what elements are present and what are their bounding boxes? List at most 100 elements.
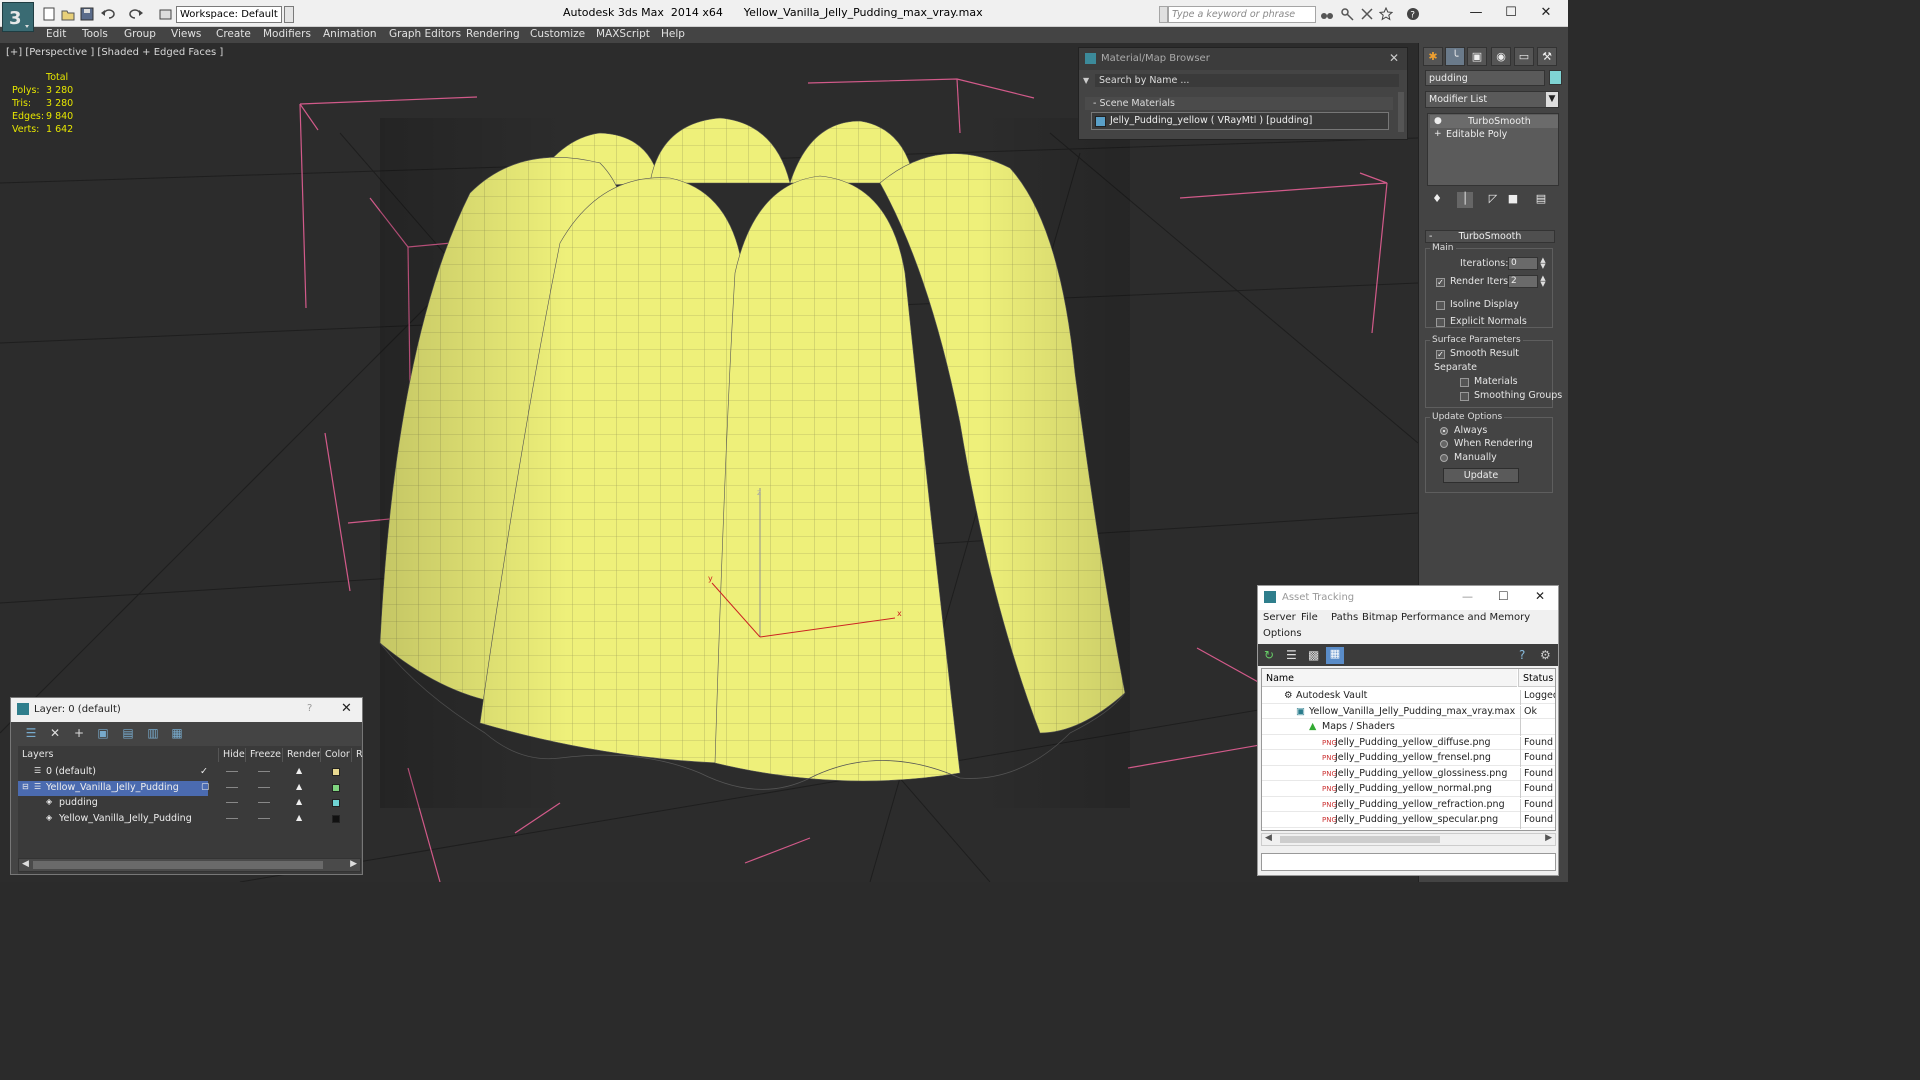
freeze-toggle[interactable] — [258, 771, 270, 772]
freeze-toggle[interactable] — [258, 802, 270, 803]
spinner-arrows-icon[interactable]: ▲ ▼ — [1539, 275, 1547, 288]
maximize-icon[interactable]: ☐ — [1498, 589, 1509, 603]
freeze-toggle[interactable] — [258, 817, 270, 819]
col-color[interactable]: Color — [320, 748, 350, 762]
open-file-icon[interactable] — [61, 7, 75, 21]
scroll-left-icon[interactable]: ◀ — [22, 859, 29, 869]
undo-icon[interactable] — [100, 7, 115, 21]
jelly-pudding-mesh[interactable] — [379, 117, 1130, 808]
render-iters-checkbox[interactable]: ✓ — [1436, 278, 1445, 287]
asset-tracking-title-bar[interactable]: Asset Tracking — ☐ ✕ — [1258, 586, 1558, 610]
menu-views[interactable]: Views — [171, 28, 201, 40]
search-expand-arrow[interactable] — [1159, 6, 1168, 23]
remove-modifier-icon[interactable]: ■ — [1505, 192, 1521, 208]
show-end-result-icon[interactable]: │ — [1457, 192, 1473, 208]
freeze-all-layers-icon[interactable]: ▦ — [169, 726, 185, 742]
layer-row[interactable]: ◈ Yellow_Vanilla_Jelly_Pudding ▲ — [18, 812, 361, 828]
turbosmooth-rollout-header[interactable]: - TurboSmooth — [1425, 230, 1555, 243]
subscription-icon[interactable] — [1360, 7, 1374, 21]
refresh-icon[interactable]: ↻ — [1264, 648, 1274, 662]
menu-rendering[interactable]: Rendering — [466, 28, 520, 40]
render-teapot-icon[interactable]: ▲ — [296, 782, 302, 791]
object-name-field[interactable]: pudding — [1425, 70, 1545, 86]
explicit-normals-checkbox[interactable] — [1436, 318, 1445, 327]
display-tab-icon[interactable]: ▭ — [1514, 47, 1534, 66]
redo-icon[interactable] — [128, 7, 143, 21]
menu-options[interactable]: Options — [1263, 628, 1302, 639]
stack-item-editable-poly[interactable]: + Editable Poly — [1430, 128, 1558, 141]
minimize-button[interactable]: — — [1466, 3, 1486, 23]
workspace-dropdown-arrow[interactable] — [284, 6, 294, 23]
table-row[interactable]: PNG Jelly_Pudding_yellow_specular.png Fo… — [1262, 812, 1555, 829]
render-teapot-icon[interactable]: ▲ — [296, 797, 302, 806]
menu-file[interactable]: File — [1301, 612, 1318, 623]
materials-checkbox[interactable] — [1460, 378, 1469, 387]
hide-toggle[interactable] — [226, 786, 238, 788]
thumbnail-view-icon[interactable]: ▩ — [1308, 648, 1319, 662]
isoline-display-checkbox[interactable] — [1436, 301, 1445, 310]
spinner-arrows-icon[interactable]: ▲ ▼ — [1539, 257, 1547, 270]
table-row[interactable]: PNG Jelly_Pudding_yellow_glossiness.png … — [1262, 766, 1555, 783]
menu-customize[interactable]: Customize — [530, 28, 585, 40]
table-row[interactable]: ▣ Yellow_Vanilla_Jelly_Pudding_max_vray.… — [1262, 704, 1555, 721]
menu-modifiers[interactable]: Modifiers — [263, 28, 311, 40]
viewport-label[interactable]: [+] [Perspective ] [Shaded + Edged Faces… — [6, 47, 223, 58]
menu-create[interactable]: Create — [216, 28, 251, 40]
stack-item-turbosmooth[interactable]: ● TurboSmooth — [1430, 115, 1558, 128]
maximize-button[interactable]: ☐ — [1501, 3, 1521, 23]
iterations-spinner[interactable]: 0 — [1508, 257, 1538, 270]
scroll-thumb[interactable] — [1280, 836, 1440, 843]
scroll-left-icon[interactable]: ◀ — [1265, 833, 1272, 843]
scene-materials-section[interactable]: - Scene Materials — [1085, 97, 1393, 110]
menu-graph-editors[interactable]: Graph Editors — [389, 28, 461, 40]
menu-paths[interactable]: Paths — [1331, 612, 1358, 623]
help-button[interactable]: ? — [307, 703, 312, 714]
new-file-icon[interactable] — [42, 7, 56, 21]
table-row[interactable]: PNG Jelly_Pudding_yellow_normal.png Foun… — [1262, 781, 1555, 798]
hide-toggle[interactable] — [226, 771, 238, 772]
col-status-header[interactable]: Status — [1518, 669, 1555, 687]
table-row[interactable]: PNG Jelly_Pudding_yellow_refraction.png … — [1262, 797, 1555, 814]
hide-all-layers-icon[interactable]: ▥ — [145, 726, 161, 742]
update-button[interactable]: Update — [1443, 468, 1519, 483]
asset-table-hscrollbar[interactable]: ◀ ▶ — [1261, 833, 1556, 846]
smoothing-groups-checkbox[interactable] — [1460, 392, 1469, 401]
menu-help[interactable]: Help — [661, 28, 685, 40]
freeze-toggle[interactable] — [258, 786, 270, 788]
options-dropdown-icon[interactable]: ▼ — [1083, 76, 1089, 85]
add-to-layer-icon[interactable]: + — [71, 726, 87, 742]
modify-tab-icon[interactable]: ╰ — [1445, 47, 1465, 66]
save-file-icon[interactable] — [80, 7, 94, 21]
layer-color-swatch[interactable] — [332, 799, 340, 807]
binoculars-icon[interactable] — [1320, 7, 1334, 21]
col-r[interactable]: R — [351, 748, 363, 762]
layer-row[interactable]: ☰ 0 (default) ✓ ▲ — [18, 765, 361, 781]
list-view-icon[interactable]: ☰ — [1286, 648, 1297, 662]
settings-icon[interactable]: ⚙ — [1540, 648, 1551, 662]
workspace-dropdown[interactable]: Workspace: Default — [176, 6, 282, 23]
layer-hscrollbar[interactable]: ◀ ▶ — [18, 858, 361, 872]
render-teapot-icon[interactable]: ▲ — [296, 813, 302, 822]
table-row[interactable]: ▲ Maps / Shaders — [1262, 719, 1555, 736]
layer-row[interactable]: ◈ pudding ▲ — [18, 796, 361, 812]
modifier-list-dropdown[interactable]: Modifier List ▼ — [1425, 91, 1559, 108]
utilities-tab-icon[interactable]: ⚒ — [1537, 47, 1557, 66]
menu-maxscript[interactable]: MAXScript — [596, 28, 650, 40]
close-icon[interactable]: ✕ — [341, 701, 352, 716]
layer-color-swatch[interactable] — [332, 768, 340, 776]
close-icon[interactable]: ✕ — [1535, 589, 1545, 603]
hide-toggle[interactable] — [226, 817, 238, 819]
always-radio[interactable] — [1440, 427, 1448, 435]
material-browser-title-bar[interactable]: Material/Map Browser ✕ — [1079, 48, 1407, 70]
scroll-right-icon[interactable]: ▶ — [1545, 833, 1552, 843]
project-folder-icon[interactable] — [159, 7, 173, 21]
menu-server[interactable]: Server — [1263, 612, 1296, 623]
pin-stack-icon[interactable]: ♦ — [1429, 192, 1445, 208]
material-browser-scrollbar[interactable] — [1398, 92, 1404, 132]
asset-path-field[interactable] — [1261, 853, 1556, 871]
make-unique-icon[interactable]: ◸ — [1485, 192, 1501, 208]
app-logo-icon[interactable]: 3 — [2, 2, 34, 32]
col-name-header[interactable]: Name — [1262, 669, 1517, 687]
active-layer-checkmark-icon[interactable]: ✓ — [200, 766, 208, 777]
new-layer-icon[interactable]: ☰ — [23, 726, 39, 742]
